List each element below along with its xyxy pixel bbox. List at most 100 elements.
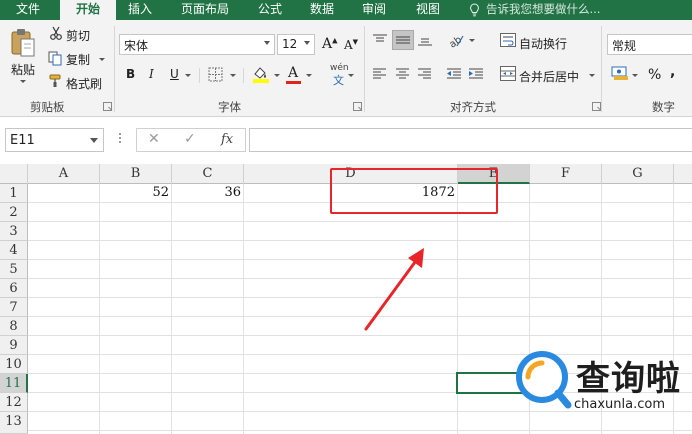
copy-button[interactable]: 复制 bbox=[66, 51, 90, 68]
row-header-1[interactable]: 1 bbox=[0, 184, 28, 203]
orientation-dropdown-arrow[interactable] bbox=[469, 39, 475, 42]
align-center-icon[interactable] bbox=[395, 67, 410, 80]
column-header-b[interactable]: B bbox=[100, 164, 172, 184]
column-header-c[interactable]: C bbox=[172, 164, 244, 184]
underline-dropdown-arrow[interactable] bbox=[185, 74, 191, 77]
align-bottom-icon[interactable] bbox=[417, 33, 433, 47]
currency-format-icon[interactable] bbox=[611, 66, 629, 81]
increase-indent-icon[interactable] bbox=[468, 67, 484, 80]
phonetic-dropdown-arrow[interactable] bbox=[348, 74, 354, 77]
font-color-dropdown-arrow[interactable] bbox=[306, 74, 312, 77]
fill-color-dropdown-arrow[interactable] bbox=[274, 74, 280, 77]
tab-data[interactable]: 数据 bbox=[300, 0, 344, 20]
watermark-url: chaxunla.com bbox=[574, 397, 665, 412]
text-orientation-icon[interactable]: ab bbox=[447, 32, 465, 48]
alignment-group-label: 对齐方式 bbox=[450, 100, 496, 114]
decrease-indent-icon[interactable] bbox=[446, 67, 462, 80]
alignment-launcher-icon[interactable] bbox=[592, 102, 601, 111]
row-header-5[interactable]: 5 bbox=[0, 260, 28, 279]
fill-color-icon[interactable] bbox=[252, 65, 270, 83]
align-top-icon[interactable] bbox=[372, 33, 388, 47]
cell-c1[interactable]: 36 bbox=[172, 185, 241, 200]
underline-button[interactable]: U bbox=[170, 67, 179, 81]
format-painter-button[interactable]: 格式刷 bbox=[66, 75, 102, 92]
cut-button[interactable]: 剪切 bbox=[66, 27, 90, 44]
font-launcher-icon[interactable] bbox=[353, 102, 362, 111]
borders-dropdown-arrow[interactable] bbox=[230, 74, 236, 77]
cancel-icon[interactable]: ✕ bbox=[148, 131, 160, 147]
row-header-8[interactable]: 8 bbox=[0, 317, 28, 336]
enter-icon[interactable]: ✓ bbox=[184, 131, 196, 147]
row-header-12[interactable]: 12 bbox=[0, 393, 28, 412]
clipboard-launcher-icon[interactable] bbox=[103, 102, 112, 111]
ribbon-home: 粘贴 剪切 复制 格式刷 剪贴板 宋体 12 A▲ A▼ B I U A wén… bbox=[0, 20, 692, 117]
gridline bbox=[457, 184, 458, 434]
row-header-6[interactable]: 6 bbox=[0, 279, 28, 298]
align-middle-button[interactable] bbox=[392, 30, 414, 50]
align-left-icon[interactable] bbox=[372, 67, 387, 80]
bold-button[interactable]: B bbox=[126, 67, 135, 81]
font-color-button[interactable]: A bbox=[288, 65, 298, 81]
merge-center-button[interactable]: 合并后居中 bbox=[519, 68, 579, 85]
scissors-icon[interactable] bbox=[49, 26, 63, 40]
column-header-h[interactable] bbox=[674, 164, 692, 184]
font-name-combo[interactable]: 宋体 bbox=[119, 34, 275, 55]
mini-divider bbox=[199, 68, 200, 83]
merge-dropdown-arrow[interactable] bbox=[589, 74, 595, 77]
align-right-icon[interactable] bbox=[417, 67, 432, 80]
tab-formulas[interactable]: 公式 bbox=[248, 0, 292, 20]
cell-b1[interactable]: 52 bbox=[100, 185, 169, 200]
wrap-text-icon[interactable] bbox=[500, 33, 516, 47]
tab-insert[interactable]: 插入 bbox=[118, 0, 162, 20]
phonetic-guide-sub: 文 bbox=[333, 74, 344, 87]
currency-dropdown-arrow[interactable] bbox=[632, 74, 638, 77]
row-header-11[interactable]: 11 bbox=[0, 374, 28, 393]
tab-view[interactable]: 视图 bbox=[406, 0, 450, 20]
paste-icon[interactable] bbox=[10, 28, 36, 58]
row-header-7[interactable]: 7 bbox=[0, 298, 28, 317]
grow-font-button[interactable]: A▲ bbox=[322, 36, 338, 52]
comma-style-button[interactable]: , bbox=[670, 64, 675, 80]
row-header-2[interactable]: 2 bbox=[0, 203, 28, 222]
paste-dropdown-arrow[interactable] bbox=[20, 80, 26, 83]
chevron-down-icon[interactable] bbox=[264, 41, 270, 45]
column-header-a[interactable]: A bbox=[28, 164, 100, 184]
tab-review[interactable]: 审阅 bbox=[352, 0, 396, 20]
tab-home[interactable]: 开始 bbox=[60, 0, 116, 20]
row-header-10[interactable]: 10 bbox=[0, 355, 28, 374]
tell-me-search[interactable]: 告诉我您想要做什么... bbox=[486, 0, 600, 20]
font-size-combo[interactable]: 12 bbox=[277, 34, 315, 55]
italic-button[interactable]: I bbox=[149, 67, 154, 81]
magnifier-logo-icon bbox=[516, 351, 572, 409]
select-all-corner[interactable] bbox=[0, 164, 28, 184]
gridline bbox=[28, 335, 692, 336]
column-header-g[interactable]: G bbox=[602, 164, 674, 184]
percent-button[interactable]: % bbox=[648, 67, 661, 83]
copy-dropdown-arrow[interactable] bbox=[99, 58, 105, 61]
font-group-label: 字体 bbox=[218, 100, 241, 114]
tab-file[interactable]: 文件 bbox=[0, 0, 56, 20]
number-format-value: 常规 bbox=[612, 39, 637, 53]
watermark-brand: 查询啦 bbox=[576, 359, 681, 399]
paste-button-label[interactable]: 粘贴 bbox=[11, 61, 35, 78]
formula-input[interactable] bbox=[249, 128, 692, 152]
chevron-down-icon[interactable] bbox=[304, 41, 310, 45]
name-box[interactable]: E11 bbox=[5, 128, 104, 152]
row-header-3[interactable]: 3 bbox=[0, 222, 28, 241]
tab-page-layout[interactable]: 页面布局 bbox=[168, 0, 242, 20]
insert-function-icon[interactable]: fx bbox=[221, 132, 233, 147]
group-divider bbox=[364, 26, 365, 112]
merge-center-icon[interactable] bbox=[500, 66, 516, 81]
row-header-4[interactable]: 4 bbox=[0, 241, 28, 260]
shrink-font-button[interactable]: A▼ bbox=[344, 38, 358, 52]
wrap-text-button[interactable]: 自动换行 bbox=[519, 35, 567, 52]
row-header-9[interactable]: 9 bbox=[0, 336, 28, 355]
copy-icon[interactable] bbox=[48, 51, 63, 66]
format-painter-icon[interactable] bbox=[49, 74, 64, 88]
chevron-down-icon[interactable] bbox=[90, 138, 98, 143]
grip-icon[interactable] bbox=[119, 133, 121, 135]
number-format-combo[interactable]: 常规 bbox=[607, 34, 692, 55]
column-header-f[interactable]: F bbox=[530, 164, 602, 184]
row-header-13[interactable]: 13 bbox=[0, 412, 28, 434]
borders-icon[interactable] bbox=[208, 67, 223, 82]
